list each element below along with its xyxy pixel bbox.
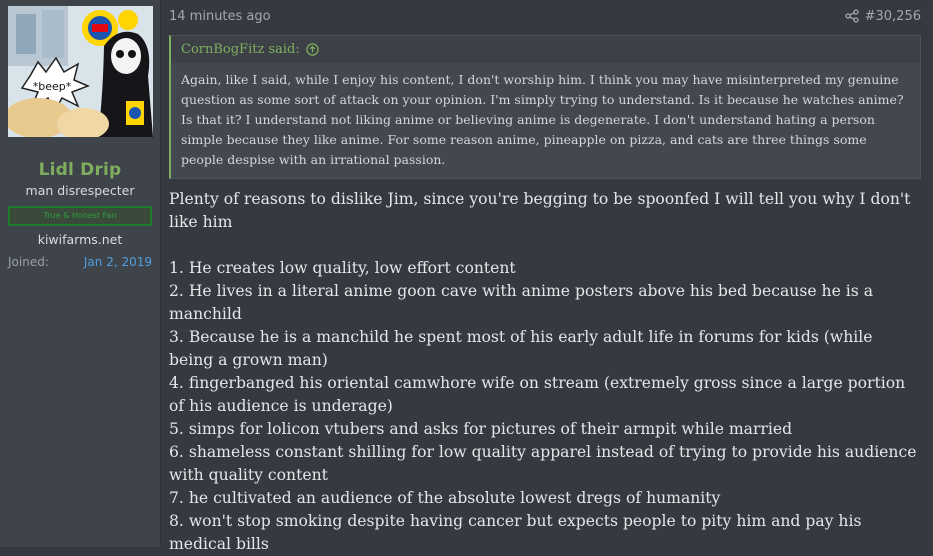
arrow-up-circle-icon[interactable] xyxy=(306,43,319,56)
reason-item: 8. won't stop smoking despite having can… xyxy=(169,512,862,553)
reason-item: 6. shameless constant shilling for low q… xyxy=(169,443,917,484)
user-site: kiwifarms.net xyxy=(37,232,123,247)
reason-item: 1. He creates low quality, low effort co… xyxy=(169,259,516,277)
quote-block: CornBogFitz said: Again, like I said, wh… xyxy=(169,35,921,179)
forum-post: *beep* Lidl Drip man disrespecter True &… xyxy=(0,0,933,553)
post-body: Plenty of reasons to dislike Jim, since … xyxy=(169,188,921,556)
post-timestamp[interactable]: 14 minutes ago xyxy=(169,9,271,24)
avatar[interactable]: *beep* xyxy=(8,6,153,137)
post-main: 14 minutes ago #30,256 CornBogFitz said: xyxy=(161,0,933,553)
joined-row: Joined: Jan 2, 2019 xyxy=(8,255,152,269)
user-sidebar: *beep* Lidl Drip man disrespecter True &… xyxy=(0,0,161,547)
user-title: man disrespecter xyxy=(25,183,135,198)
reason-item: 5. simps for lolicon vtubers and asks fo… xyxy=(169,420,793,438)
username[interactable]: Lidl Drip xyxy=(8,160,152,180)
share-icon[interactable] xyxy=(844,9,859,23)
reason-item: 2. He lives in a literal anime goon cave… xyxy=(169,282,874,323)
joined-label: Joined: xyxy=(8,255,49,269)
post-meta-right: #30,256 xyxy=(844,9,921,24)
reason-item: 7. he cultivated an audience of the abso… xyxy=(169,489,721,507)
svg-text:*beep*: *beep* xyxy=(33,80,72,93)
quote-text: Again, like I said, while I enjoy his co… xyxy=(181,72,904,167)
post-number[interactable]: #30,256 xyxy=(865,9,921,24)
quote-author[interactable]: CornBogFitz said: xyxy=(181,42,300,57)
quote-header: CornBogFitz said: xyxy=(171,36,920,63)
post-intro: Plenty of reasons to dislike Jim, since … xyxy=(169,190,911,231)
reason-item: 4. fingerbanged his oriental camwhore wi… xyxy=(169,374,906,415)
post-meta: 14 minutes ago #30,256 xyxy=(169,8,921,24)
reason-item: 3. Because he is a manchild he spent mos… xyxy=(169,328,873,369)
avatar-image: *beep* xyxy=(8,6,153,137)
joined-date: Jan 2, 2019 xyxy=(83,255,152,269)
user-banner: True & Honest Fan xyxy=(8,206,152,226)
